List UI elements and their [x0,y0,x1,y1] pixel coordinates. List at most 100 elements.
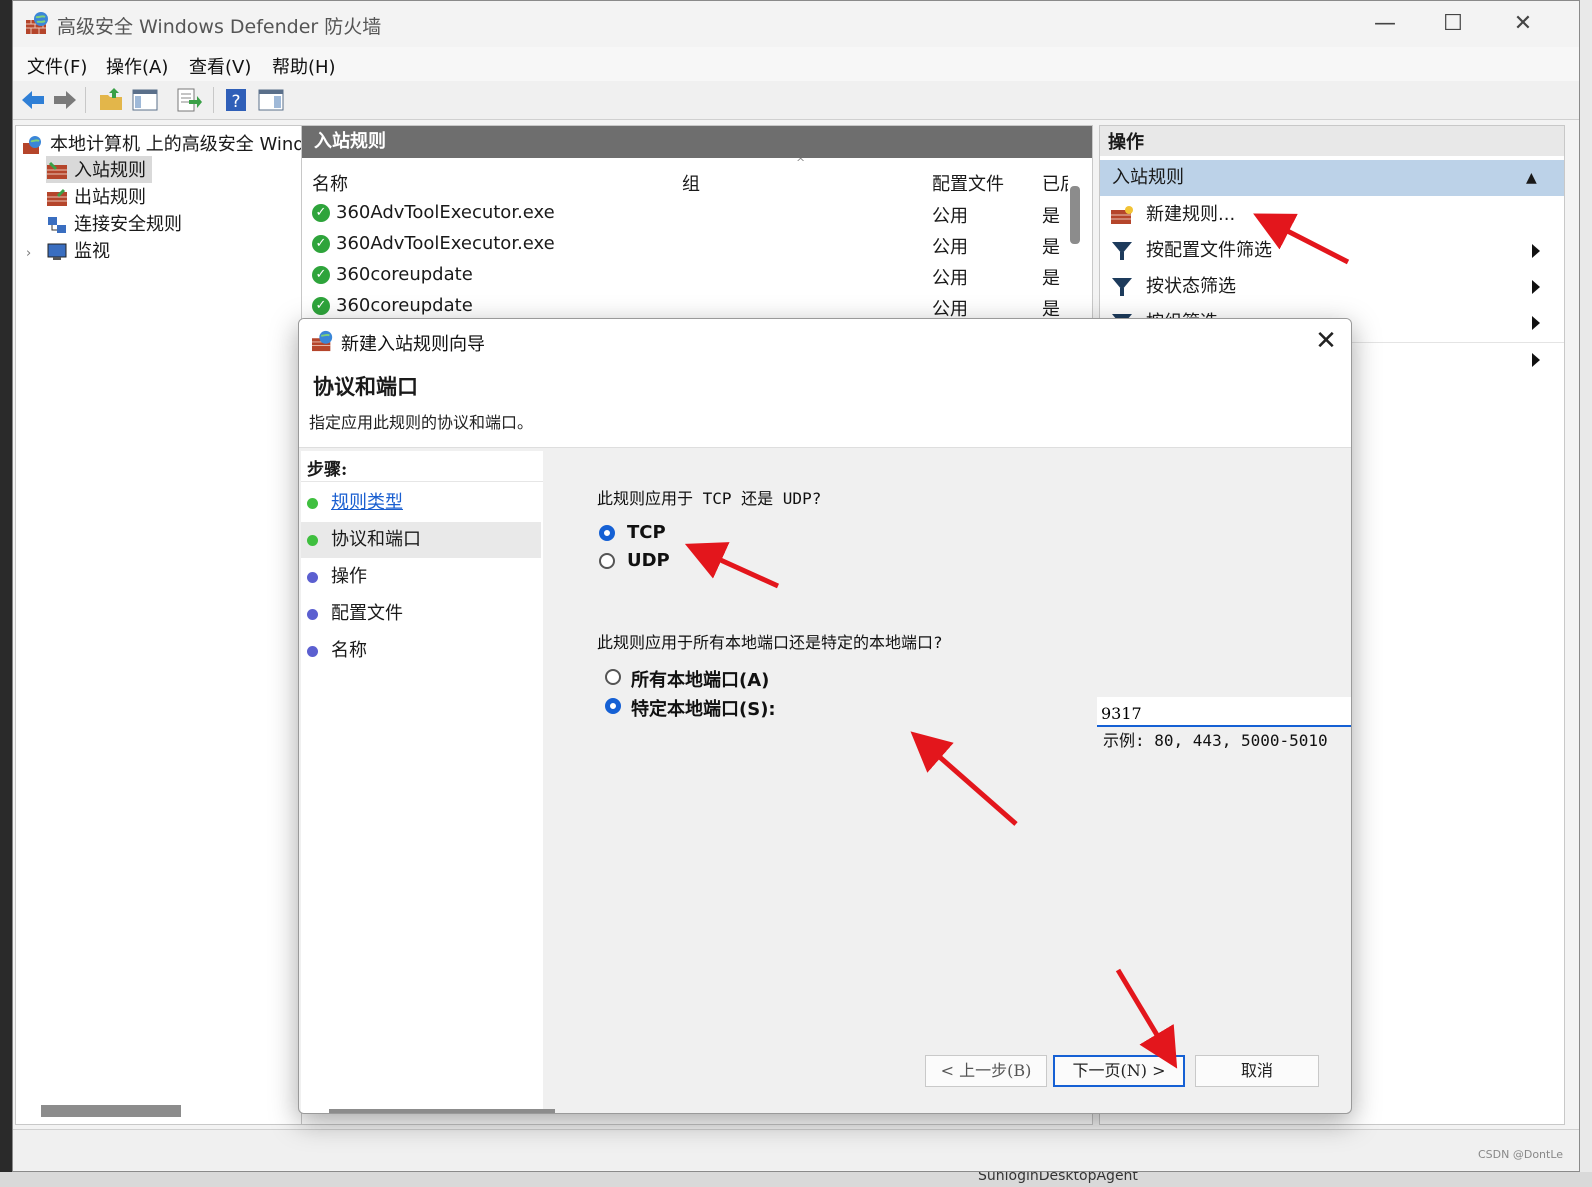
column-header-profile[interactable]: 配置文件 [932,170,1004,196]
submenu-arrow-icon [1532,353,1540,367]
step-action: 操作 [301,559,541,595]
wizard-subheading: 指定应用此规则的协议和端口。 [309,413,534,432]
title-bar: 高级安全 Windows Defender 防火墙 — ☐ ✕ [13,1,1579,47]
toolbar-separator [85,87,86,113]
wizard-title-bar: 新建入站规则向导 ✕ [299,319,1351,363]
maximize-button[interactable]: ☐ [1433,11,1473,37]
step-name: 名称 [301,633,541,669]
menu-view[interactable]: 查看(V) [189,53,251,79]
step-label: 配置文件 [331,603,403,624]
filter-funnel-icon-stem [1120,252,1124,260]
wizard-close-button[interactable]: ✕ [1309,325,1343,357]
tree-item-outbound-rules[interactable]: 出站规则 [46,183,146,210]
all-local-ports-radio[interactable] [605,669,621,685]
navigation-tree: 本地计算机 上的高级安全 Wind 入站规则 出站规则 连接安全规则 › 监视 [15,125,307,1125]
step-label: 协议和端口 [331,529,421,550]
table-row[interactable]: ✓ 360AdvToolExecutor.exe 公用 是 [302,200,1092,231]
forward-arrow-icon[interactable] [51,87,79,113]
tree-item-label: 监视 [74,241,110,262]
menu-file[interactable]: 文件(F) [27,53,87,79]
toolbar-separator [213,87,214,113]
action-filter-by-profile[interactable]: 按配置文件筛选 [1100,234,1564,268]
show-hide-tree-icon[interactable] [131,87,159,113]
sort-chevron-icon: ^ [796,156,806,169]
column-header-group[interactable]: 组 [682,170,700,196]
menu-help[interactable]: 帮助(H) [272,53,336,79]
rule-profile: 公用 [932,206,968,227]
tree-item-label: 出站规则 [74,187,146,208]
window-title: 高级安全 Windows Defender 防火墙 [57,16,382,38]
action-new-rule[interactable]: 新建规则... [1100,198,1564,232]
back-arrow-icon[interactable] [19,87,47,113]
show-hide-action-pane-icon[interactable] [257,87,285,113]
actions-section-inbound-rules[interactable]: 入站规则 ▲ [1100,160,1564,196]
step-label: 规则类型 [331,492,403,513]
background-taskbar: SunloginDesktopAgent [0,1168,1592,1187]
rule-name: 360coreupdate [336,264,473,285]
rule-name: 360AdvToolExecutor.exe [336,233,555,254]
rule-profile: 公用 [932,268,968,289]
column-header-name[interactable]: 名称 [312,170,348,196]
tree-horizontal-scrollbar[interactable] [41,1105,181,1117]
monitor-icon [47,243,67,260]
collapse-triangle-icon[interactable]: ▲ [1526,160,1537,196]
port-example-hint: 示例: 80, 443, 5000-5010 [1103,731,1328,750]
firewall-globe-icon [23,136,41,154]
step-pending-dot-icon [307,646,318,657]
column-header-enabled[interactable]: 已后 [1042,170,1068,196]
tcp-label[interactable]: TCP [627,522,666,543]
expand-chevron-icon[interactable]: › [26,246,46,261]
wizard-horizontal-scrollbar[interactable] [329,1109,555,1113]
step-label: 名称 [331,640,367,661]
step-complete-dot-icon [307,498,318,509]
tree-item-inbound-rules[interactable]: 入站规则 [46,156,152,183]
table-row[interactable]: ✓ 360coreupdate 公用 是 [302,262,1092,293]
new-rule-icon [1111,206,1133,224]
all-local-ports-label[interactable]: 所有本地端口(A) [631,666,769,692]
firewall-app-icon [26,12,48,34]
table-row[interactable]: ✓ 360AdvToolExecutor.exe 公用 是 [302,231,1092,262]
inbound-rules-icon [47,161,67,179]
actions-pane-title: 操作 [1100,126,1564,156]
step-profile: 配置文件 [301,596,541,632]
step-current-dot-icon [307,535,318,546]
tree-root[interactable]: 本地计算机 上的高级安全 Wind [22,130,305,157]
menu-action[interactable]: 操作(A) [106,53,168,79]
menu-bar: 文件(F) 操作(A) 查看(V) 帮助(H) [13,47,1579,82]
tree-item-monitoring[interactable]: › 监视 [26,237,110,264]
udp-label[interactable]: UDP [627,550,670,571]
protocol-question: 此规则应用于 TCP 还是 UDP? [597,489,822,508]
action-filter-by-state[interactable]: 按状态筛选 [1100,270,1564,304]
close-button[interactable]: ✕ [1503,11,1543,37]
tree-item-connection-security-rules[interactable]: 连接安全规则 [46,210,182,237]
tree-item-label: 连接安全规则 [74,214,182,235]
action-label: 按配置文件筛选 [1146,240,1272,261]
wizard-steps-pane: 步骤: 规则类型 协议和端口 操作 配置文件 名称 [301,451,543,1113]
port-input[interactable] [1097,697,1351,727]
specific-local-ports-label[interactable]: 特定本地端口(S): [631,695,776,721]
minimize-button[interactable]: — [1365,11,1405,37]
next-button[interactable]: 下一页(N) > [1053,1055,1185,1087]
export-list-icon[interactable] [175,87,203,113]
enabled-check-icon: ✓ [312,297,330,315]
back-button[interactable]: < 上一步(B) [925,1055,1047,1087]
help-icon[interactable]: ? [223,87,251,113]
step-protocol-and-ports: 协议和端口 [301,522,541,558]
port-question: 此规则应用于所有本地端口还是特定的本地端口? [597,633,943,652]
tcp-radio[interactable] [599,525,615,541]
submenu-arrow-icon [1532,316,1540,330]
new-inbound-rule-wizard: 新建入站规则向导 ✕ 协议和端口 指定应用此规则的协议和端口。 步骤: 规则类型… [298,318,1352,1114]
svg-text:?: ? [231,92,240,112]
rule-enabled: 是 [1042,237,1060,258]
step-label: 操作 [331,566,367,587]
steps-divider [301,481,543,482]
status-bar [13,1129,1579,1170]
rule-name: 360coreupdate [336,295,473,316]
connection-security-icon [48,217,66,233]
step-rule-type[interactable]: 规则类型 [301,485,541,521]
specific-local-ports-radio[interactable] [605,698,621,714]
list-vertical-scrollbar[interactable] [1070,186,1080,244]
udp-radio[interactable] [599,553,615,569]
cancel-button[interactable]: 取消 [1195,1055,1319,1087]
up-folder-icon[interactable] [97,87,125,113]
